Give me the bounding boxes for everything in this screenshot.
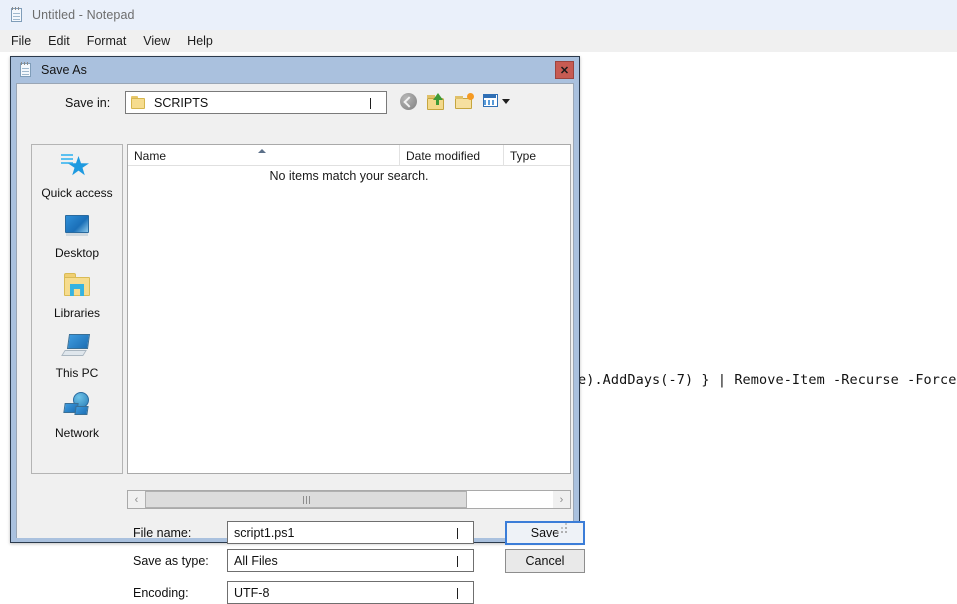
close-icon[interactable]: ✕	[555, 61, 574, 79]
cancel-button[interactable]: Cancel	[505, 549, 585, 573]
place-item-this-pc[interactable]: This PC	[32, 325, 122, 385]
file-name-value: script1.ps1	[234, 525, 295, 540]
place-label: Libraries	[53, 306, 101, 320]
views-grid-icon	[482, 93, 500, 109]
column-header-label: Date modified	[406, 148, 481, 163]
notepad-title: Untitled - Notepad	[32, 8, 135, 22]
notepad-icon	[9, 7, 25, 23]
back-arrow-icon	[399, 92, 417, 110]
menu-edit[interactable]: Edit	[48, 32, 78, 50]
encoding-select[interactable]: UTF-8	[227, 581, 474, 604]
star-icon	[61, 150, 93, 182]
file-list[interactable]: Name Date modified Type No items match y…	[127, 144, 571, 474]
column-header-type[interactable]: Type	[504, 145, 570, 166]
scroll-right-icon[interactable]: ›	[553, 491, 570, 508]
up-folder-icon	[426, 92, 446, 110]
chevron-down-icon	[501, 98, 510, 104]
dialog-title: Save As	[41, 63, 87, 77]
save-button[interactable]: Save	[505, 521, 585, 545]
computer-icon	[61, 330, 93, 362]
libraries-folder-icon	[61, 270, 93, 302]
notepad-titlebar: Untitled - Notepad	[0, 0, 957, 30]
save-as-type-label: Save as type:	[133, 554, 209, 568]
place-item-desktop[interactable]: Desktop	[32, 205, 122, 265]
save-as-type-select[interactable]: All Files	[227, 549, 474, 572]
column-header-label: Type	[510, 148, 537, 163]
monitor-icon	[61, 210, 93, 242]
save-in-value: SCRIPTS	[154, 95, 209, 110]
chevron-down-icon[interactable]	[457, 555, 466, 567]
dialog-titlebar[interactable]: Save As	[11, 57, 579, 83]
file-name-input[interactable]: script1.ps1	[227, 521, 474, 544]
save-in-row: Save in: SCRIPTS	[17, 84, 575, 124]
save-as-type-value: All Files	[234, 553, 278, 568]
new-folder-icon	[454, 92, 474, 110]
menu-format[interactable]: Format	[87, 32, 135, 50]
chevron-down-icon	[370, 97, 379, 109]
column-header-label: Name	[134, 148, 167, 163]
horizontal-scrollbar[interactable]: ‹ ›	[127, 490, 571, 509]
save-in-combobox[interactable]: SCRIPTS	[125, 91, 387, 114]
save-as-dialog: Save As ✕ Save in: SCRIPTS Quick access …	[10, 56, 585, 604]
resize-gripper[interactable]	[557, 523, 569, 535]
network-globe-icon	[61, 390, 93, 422]
encoding-value: UTF-8	[234, 585, 270, 600]
scrollbar-track[interactable]	[145, 491, 553, 508]
places-bar: Quick access Desktop Libraries This PC N…	[31, 144, 123, 474]
up-one-level-button[interactable]	[425, 90, 447, 112]
empty-state-message: No items match your search.	[269, 169, 429, 183]
file-list-header: Name Date modified Type	[128, 145, 570, 166]
views-button[interactable]	[481, 90, 511, 112]
sort-ascending-icon	[258, 149, 266, 153]
navigation-toolbar	[397, 90, 511, 112]
place-label: Desktop	[54, 246, 100, 260]
place-item-quick-access[interactable]: Quick access	[32, 145, 122, 205]
place-item-network[interactable]: Network	[32, 385, 122, 445]
place-label: This PC	[55, 366, 99, 380]
column-header-date-modified[interactable]: Date modified	[400, 145, 504, 166]
scrollbar-thumb[interactable]	[145, 491, 467, 508]
back-button[interactable]	[397, 90, 419, 112]
new-folder-button[interactable]	[453, 90, 475, 112]
chevron-down-icon[interactable]	[457, 587, 466, 599]
notepad-menubar: File Edit Format View Help	[0, 30, 957, 52]
menu-file[interactable]: File	[11, 32, 39, 50]
menu-help[interactable]: Help	[187, 32, 221, 50]
notepad-icon	[18, 62, 34, 78]
dialog-body: Save in: SCRIPTS Quick access Desktop Li…	[16, 83, 585, 604]
column-header-name[interactable]: Name	[128, 145, 400, 166]
scroll-left-icon[interactable]: ‹	[128, 491, 145, 508]
file-name-label: File name:	[133, 526, 192, 540]
grip-icon	[302, 495, 310, 504]
save-in-label: Save in:	[65, 96, 111, 110]
notepad-text-content: e).AddDays(-7) } | Remove-Item -Recurse …	[578, 372, 957, 388]
place-item-libraries[interactable]: Libraries	[32, 265, 122, 325]
chevron-down-icon[interactable]	[457, 527, 466, 539]
folder-icon	[131, 96, 147, 109]
encoding-label: Encoding:	[133, 586, 189, 600]
place-label: Quick access	[41, 186, 113, 200]
place-label: Network	[54, 426, 99, 440]
menu-view[interactable]: View	[143, 32, 178, 50]
